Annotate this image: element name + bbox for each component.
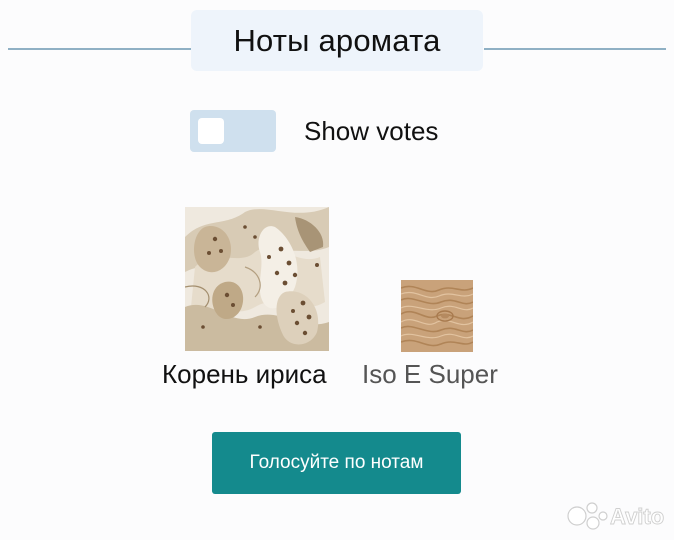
wood-grain-image[interactable] [401, 280, 473, 352]
divider-left [8, 48, 192, 50]
note-label-iso-e-super[interactable]: Iso E Super [362, 359, 498, 390]
divider-right [484, 48, 666, 50]
toggle-knob [198, 118, 224, 144]
avito-logo-icon: Avito [567, 502, 665, 530]
fragrance-notes-page: Ноты аромата Show votes Корень ириса Iso… [0, 0, 674, 540]
section-header: Ноты аромата [191, 10, 483, 71]
vote-notes-button[interactable]: Голосуйте по нотам [212, 432, 461, 494]
show-votes-toggle[interactable] [190, 110, 276, 152]
show-votes-label: Show votes [304, 116, 439, 146]
note-label-orris[interactable]: Корень ириса [162, 359, 327, 390]
svg-text:Avito: Avito [610, 504, 664, 529]
avito-watermark: Avito [566, 498, 666, 534]
wood-grain-picture [401, 280, 473, 352]
section-title: Ноты аромата [233, 22, 441, 58]
orris-root-picture [185, 207, 329, 351]
orris-root-image[interactable] [185, 207, 329, 351]
